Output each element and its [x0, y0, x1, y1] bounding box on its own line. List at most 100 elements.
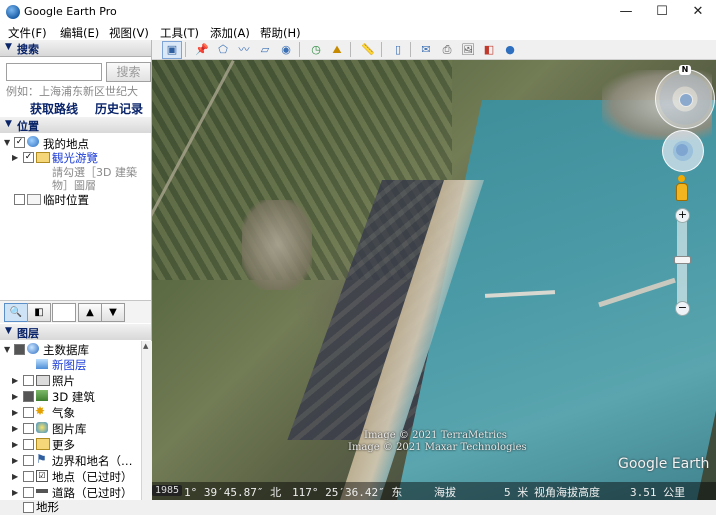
folder-icon — [36, 152, 50, 163]
layer-checkbox[interactable] — [23, 407, 34, 418]
expand-arrow-icon[interactable]: ▶ — [12, 424, 18, 433]
view-in-maps-button[interactable]: ◧ — [479, 41, 499, 59]
save-image-button[interactable]: 🖼 — [458, 41, 478, 59]
search-places-button[interactable]: 🔍 — [4, 303, 28, 322]
minimize-button[interactable]: — — [608, 0, 644, 24]
scroll-up-icon[interactable]: ▲ — [143, 342, 148, 350]
maps-icon: ◧ — [483, 43, 495, 56]
expand-arrow-icon[interactable]: ▶ — [12, 392, 18, 401]
email-icon: ✉ — [421, 43, 431, 56]
toggle-panel-button[interactable]: ◧ — [27, 303, 51, 322]
move-down-button[interactable]: ▼ — [101, 303, 125, 322]
expand-arrow-icon[interactable]: ▶ — [12, 456, 18, 465]
layer-label[interactable]: 新图层 — [52, 357, 87, 373]
look-joystick-icon[interactable] — [679, 93, 693, 107]
sightseeing-checkbox[interactable]: ✓ — [23, 152, 34, 163]
search-button[interactable]: 搜索 — [106, 62, 151, 82]
menu-add[interactable]: 添加(A) — [210, 25, 250, 41]
arrow-down-icon: ▼ — [109, 307, 117, 318]
print-button[interactable]: ⎙ — [437, 41, 457, 59]
add-polygon-button[interactable]: ⬠ — [213, 41, 233, 59]
add-placemark-button[interactable]: 📌 — [192, 41, 212, 59]
layer-checkbox[interactable] — [23, 439, 34, 450]
menu-help[interactable]: 帮助(H) — [260, 25, 301, 41]
temp-places-checkbox[interactable] — [14, 194, 25, 205]
collapse-arrow-icon[interactable]: ▼ — [4, 138, 10, 147]
layer-label[interactable]: 3D 建筑 — [52, 389, 95, 405]
places-filter-input[interactable] — [52, 303, 76, 322]
more-icon — [36, 438, 50, 450]
layer-label[interactable]: 边界和地名（… — [52, 453, 133, 469]
zoom-in-button[interactable]: + — [675, 208, 690, 223]
layer-checkbox[interactable] — [23, 423, 34, 434]
expand-arrow-icon[interactable]: ▶ — [12, 440, 18, 449]
layer-checkbox[interactable] — [23, 375, 34, 386]
expand-arrow-icon[interactable]: ▶ — [12, 153, 18, 162]
menu-tools[interactable]: 工具(T) — [160, 25, 199, 41]
toolbar-separator — [350, 42, 351, 57]
ruler-button[interactable]: 📏 — [358, 41, 378, 59]
sunlight-button[interactable]: ⛰ — [327, 41, 347, 59]
imagery-credit-terrametrics: Image © 2021 TerraMetrics — [364, 430, 507, 441]
layer-label[interactable]: 主数据库 — [43, 342, 89, 358]
search-section-header[interactable]: ▼ 搜索 — [0, 40, 151, 57]
pushpin-icon: 📌 — [195, 43, 209, 56]
move-up-button[interactable]: ▲ — [78, 303, 102, 322]
zoom-slider-thumb[interactable] — [674, 256, 691, 264]
menu-edit[interactable]: 编辑(E) — [60, 25, 99, 41]
menu-file[interactable]: 文件(F) — [8, 25, 47, 41]
longitude-readout: 117° 25′36.42″ 东 — [292, 486, 403, 499]
layers-section-header[interactable]: ▼ 图层 — [0, 324, 151, 341]
record-tour-button[interactable]: ◉ — [276, 41, 296, 59]
planet-switch-button[interactable]: ▯ — [388, 41, 408, 59]
layers-scrollbar[interactable]: ▲ — [141, 341, 152, 500]
layer-label[interactable]: 图片库 — [52, 421, 87, 437]
add-image-overlay-button[interactable]: ▱ — [255, 41, 275, 59]
menu-view[interactable]: 视图(V) — [109, 25, 149, 41]
expand-arrow-icon[interactable]: ▶ — [12, 408, 18, 417]
north-indicator[interactable]: N — [679, 65, 691, 75]
layer-checkbox[interactable] — [14, 344, 25, 355]
expand-arrow-icon[interactable]: ▶ — [12, 488, 18, 497]
zoom-out-button[interactable]: − — [675, 301, 690, 316]
elevation-label: 海拔 — [434, 486, 456, 499]
main-toolbar: ▣ 📌 ⬠ 〰 ▱ ◉ ◷ ⛰ 📏 ▯ ✉ ⎙ 🖼 ◧ ● — [152, 40, 716, 60]
email-button[interactable]: ✉ — [416, 41, 436, 59]
places-tree: ▼ ✓ 我的地点 ▶ ✓ 観光游覽 請勾選［3D 建築 物］圖層 临时位置 — [0, 133, 151, 298]
close-button[interactable]: ✕ — [680, 0, 716, 24]
search-input[interactable] — [6, 63, 102, 81]
pegman-icon[interactable] — [675, 175, 688, 201]
maximize-button[interactable]: ☐ — [644, 0, 680, 24]
history-link[interactable]: 历史记录 — [95, 100, 143, 117]
layer-label[interactable]: 照片 — [52, 373, 75, 389]
collapse-triangle-icon: ▼ — [5, 42, 12, 52]
temp-places-label[interactable]: 临时位置 — [43, 192, 89, 208]
add-path-button[interactable]: 〰 — [234, 41, 254, 59]
expand-arrow-icon[interactable]: ▶ — [12, 376, 18, 385]
layer-label[interactable]: 道路（已过时） — [52, 485, 133, 501]
get-directions-link[interactable]: 获取路线 — [30, 100, 78, 117]
places-section-header[interactable]: ▼ 位置 — [0, 117, 151, 134]
expand-arrow-icon[interactable]: ▶ — [12, 472, 18, 481]
historical-imagery-button[interactable]: ◷ — [306, 41, 326, 59]
layer-checkbox[interactable] — [23, 471, 34, 482]
clock-icon: ◷ — [311, 43, 321, 56]
imagery-year-badge[interactable]: 1985 — [152, 485, 183, 496]
collapse-arrow-icon[interactable]: ▼ — [4, 345, 10, 354]
layer-checkbox[interactable] — [23, 455, 34, 466]
my-places-checkbox[interactable]: ✓ — [14, 137, 25, 148]
elevation-value: 5 米 — [504, 486, 529, 499]
layer-checkbox[interactable] — [23, 502, 34, 513]
layer-label[interactable]: 地点（已过时） — [52, 469, 133, 485]
sidebar-toggle-button[interactable]: ▣ — [162, 41, 182, 59]
earth-icon: ● — [505, 43, 515, 56]
layer-label[interactable]: 气象 — [52, 405, 75, 421]
earth-button[interactable]: ● — [500, 41, 520, 59]
layer-checkbox[interactable] — [23, 391, 34, 402]
layer-label[interactable]: 地形 — [36, 499, 59, 515]
move-joystick[interactable] — [662, 130, 704, 172]
folder-icon — [27, 194, 41, 205]
map-view[interactable]: N + − Image © 2021 TerraMetrics Image © … — [152, 60, 716, 500]
layer-label[interactable]: 更多 — [52, 437, 75, 453]
layer-checkbox[interactable] — [23, 487, 34, 498]
